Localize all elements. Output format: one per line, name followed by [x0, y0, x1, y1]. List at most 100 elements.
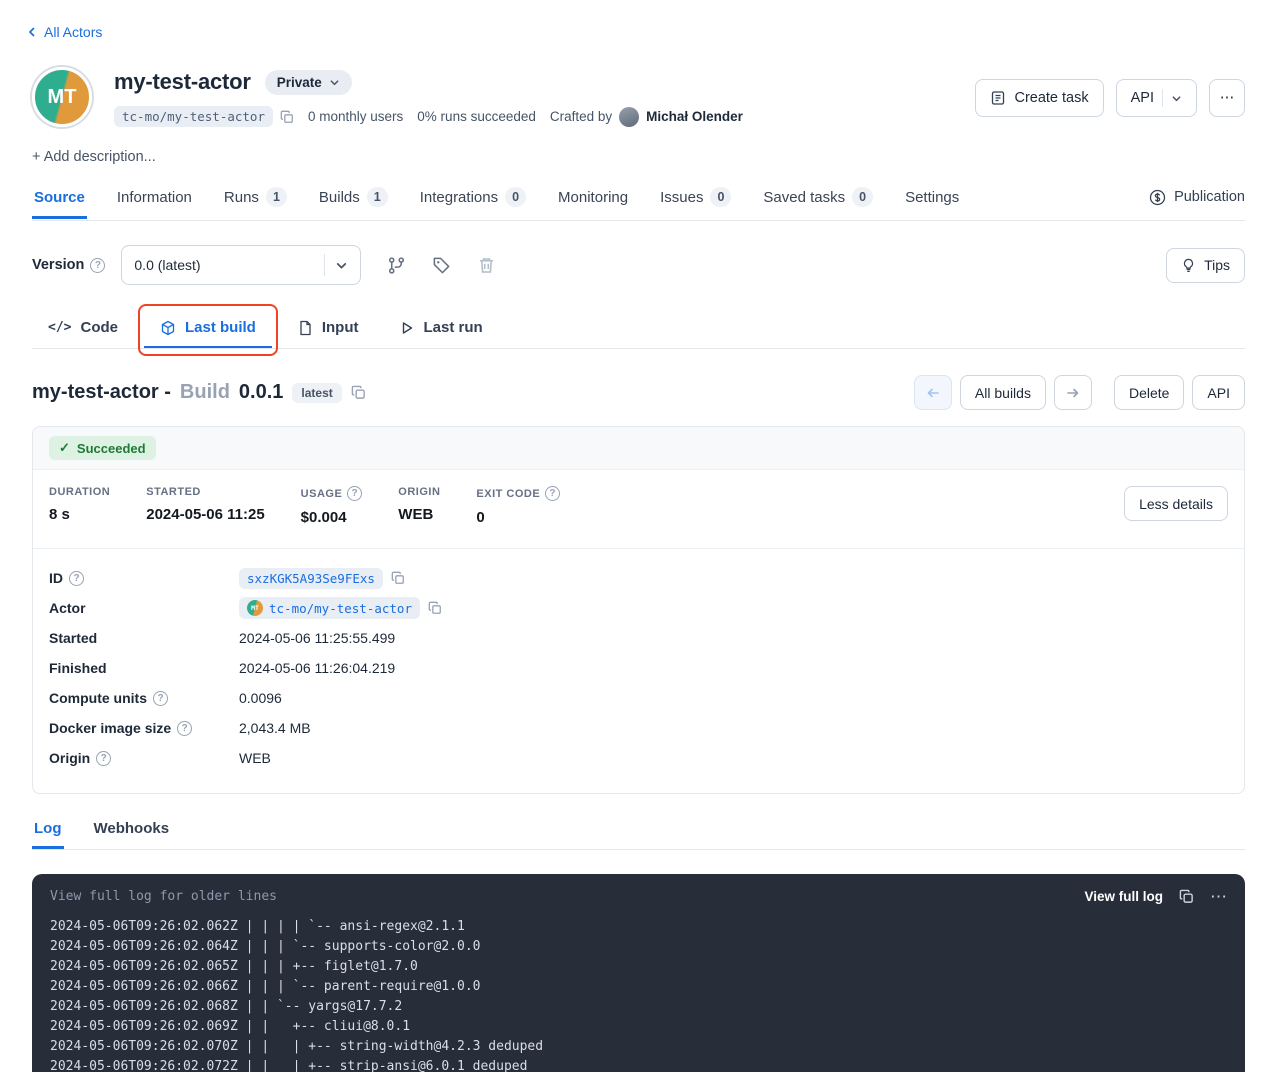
- git-branch-icon[interactable]: [387, 256, 406, 275]
- tab-count-badge: 0: [505, 187, 526, 207]
- detail-value: 0.0096: [239, 690, 282, 706]
- detail-row-finished: Finished 2024-05-06 11:26:04.219: [49, 653, 1228, 683]
- detail-row-started: Started 2024-05-06 11:25:55.499: [49, 623, 1228, 653]
- tab-runs[interactable]: Runs1: [222, 187, 289, 220]
- all-builds-button[interactable]: All builds: [960, 375, 1046, 410]
- api-label: API: [1131, 90, 1154, 106]
- meta-row: tc-mo/my-test-actor 0 monthly users 0% r…: [114, 106, 975, 127]
- tab-label: Issues: [660, 189, 703, 206]
- detail-value: 2024-05-06 11:26:04.219: [239, 660, 395, 676]
- copy-icon[interactable]: [280, 110, 294, 124]
- detail-row-actor: Actor MT tc-mo/my-test-actor: [49, 593, 1228, 623]
- stat-value: WEB: [398, 506, 440, 523]
- view-older-lines-link[interactable]: View full log for older lines: [50, 889, 277, 904]
- tab-label: Builds: [319, 189, 360, 206]
- chevron-down-icon: [329, 77, 340, 88]
- main-tab-bar: Source Information Runs1 Builds 1 Integra…: [32, 187, 1245, 221]
- next-build-button[interactable]: [1054, 375, 1092, 410]
- tab-builds[interactable]: Builds 1: [317, 187, 390, 220]
- stat-duration: DURATION 8 s: [49, 486, 110, 523]
- stat-origin: ORIGIN WEB: [398, 486, 440, 523]
- log-line: 2024-05-06T09:26:02.066Z | | | `-- paren…: [50, 977, 1227, 997]
- build-actor-name: my-test-actor -: [32, 381, 171, 404]
- tab-source[interactable]: Source: [32, 189, 87, 219]
- stat-label: STARTED: [146, 486, 201, 498]
- help-icon[interactable]: ?: [153, 691, 168, 706]
- document-icon: [298, 320, 313, 336]
- tab-label: Runs: [224, 189, 259, 206]
- copy-icon[interactable]: [1179, 889, 1194, 904]
- tab-webhooks[interactable]: Webhooks: [92, 820, 172, 849]
- create-task-button[interactable]: Create task: [975, 79, 1103, 117]
- delete-button[interactable]: Delete: [1114, 375, 1184, 410]
- api-button[interactable]: API: [1192, 375, 1245, 410]
- help-icon[interactable]: ?: [545, 486, 560, 501]
- help-icon[interactable]: ?: [90, 258, 105, 273]
- tab-code[interactable]: </> Code: [32, 307, 134, 348]
- trash-icon[interactable]: [477, 256, 496, 275]
- stat-label: DURATION: [49, 486, 110, 498]
- tips-button[interactable]: Tips: [1166, 248, 1245, 283]
- status-strip: ✓ Succeeded: [33, 427, 1244, 470]
- tab-label: Input: [322, 319, 359, 336]
- tag-icon[interactable]: [432, 256, 451, 275]
- help-icon[interactable]: ?: [96, 751, 111, 766]
- tab-label: Monitoring: [558, 189, 628, 206]
- author-link[interactable]: Michał Olender: [646, 109, 743, 124]
- chevron-down-icon: [1171, 93, 1182, 104]
- task-icon: [990, 90, 1006, 106]
- tab-integrations[interactable]: Integrations0: [418, 187, 528, 220]
- code-icon: </>: [48, 320, 71, 335]
- tab-saved-tasks[interactable]: Saved tasks0: [761, 187, 875, 220]
- tab-information[interactable]: Information: [115, 189, 194, 219]
- page-title: my-test-actor: [114, 69, 251, 95]
- visibility-badge[interactable]: Private: [265, 70, 352, 95]
- help-icon[interactable]: ?: [69, 571, 84, 586]
- copy-icon[interactable]: [428, 601, 442, 615]
- tab-count-badge: 1: [367, 187, 388, 207]
- copy-icon[interactable]: [351, 385, 366, 400]
- stat-label: USAGE: [301, 488, 343, 500]
- status-label: Succeeded: [77, 441, 146, 456]
- actor-link-badge[interactable]: MT tc-mo/my-test-actor: [239, 597, 420, 619]
- detail-label: Origin: [49, 750, 90, 766]
- log-more-icon[interactable]: ⋯: [1210, 888, 1227, 905]
- tab-monitoring[interactable]: Monitoring: [556, 189, 630, 219]
- more-actions-button[interactable]: ⋯: [1209, 79, 1245, 117]
- stat-label: ORIGIN: [398, 486, 440, 498]
- api-label: API: [1207, 385, 1230, 401]
- help-icon[interactable]: ?: [347, 486, 362, 501]
- publication-label: Publication: [1174, 189, 1245, 205]
- detail-label: Compute units: [49, 690, 147, 706]
- add-description-link[interactable]: + Add description...: [32, 149, 1245, 165]
- build-details: ID? sxzKGK5A93Se9FExs Actor MT tc-mo/my-…: [33, 549, 1244, 793]
- log-panel: View full log for older lines View full …: [32, 874, 1245, 1072]
- tab-last-build[interactable]: Last build: [144, 307, 272, 348]
- tab-last-run[interactable]: Last run: [384, 307, 498, 348]
- tab-log[interactable]: Log: [32, 820, 64, 849]
- publication-link[interactable]: Publication: [1149, 189, 1245, 219]
- api-dropdown-button[interactable]: API: [1116, 79, 1197, 117]
- package-icon: [160, 320, 176, 336]
- tab-count-badge: 0: [852, 187, 873, 207]
- stat-value: 0: [476, 509, 560, 526]
- previous-build-button[interactable]: [914, 375, 952, 410]
- version-select[interactable]: 0.0 (latest): [121, 245, 361, 285]
- copy-icon[interactable]: [391, 571, 405, 585]
- less-details-label: Less details: [1139, 496, 1213, 512]
- detail-row-docker-image-size: Docker image size? 2,043.4 MB: [49, 713, 1228, 743]
- tab-input[interactable]: Input: [282, 307, 375, 348]
- log-line: 2024-05-06T09:26:02.069Z | | +-- cliui@8…: [50, 1017, 1227, 1037]
- tab-label: Last build: [185, 319, 256, 336]
- tab-settings[interactable]: Settings: [903, 189, 961, 219]
- less-details-button[interactable]: Less details: [1124, 486, 1228, 521]
- detail-value: WEB: [239, 750, 271, 766]
- tab-label: Settings: [905, 189, 959, 206]
- build-id-badge[interactable]: sxzKGK5A93Se9FExs: [239, 568, 383, 589]
- actor-id-badge[interactable]: tc-mo/my-test-actor: [114, 106, 273, 127]
- help-icon[interactable]: ?: [177, 721, 192, 736]
- view-full-log-link[interactable]: View full log: [1084, 889, 1163, 904]
- tab-issues[interactable]: Issues0: [658, 187, 733, 220]
- breadcrumb[interactable]: All Actors: [26, 24, 102, 40]
- author-avatar: [619, 107, 639, 127]
